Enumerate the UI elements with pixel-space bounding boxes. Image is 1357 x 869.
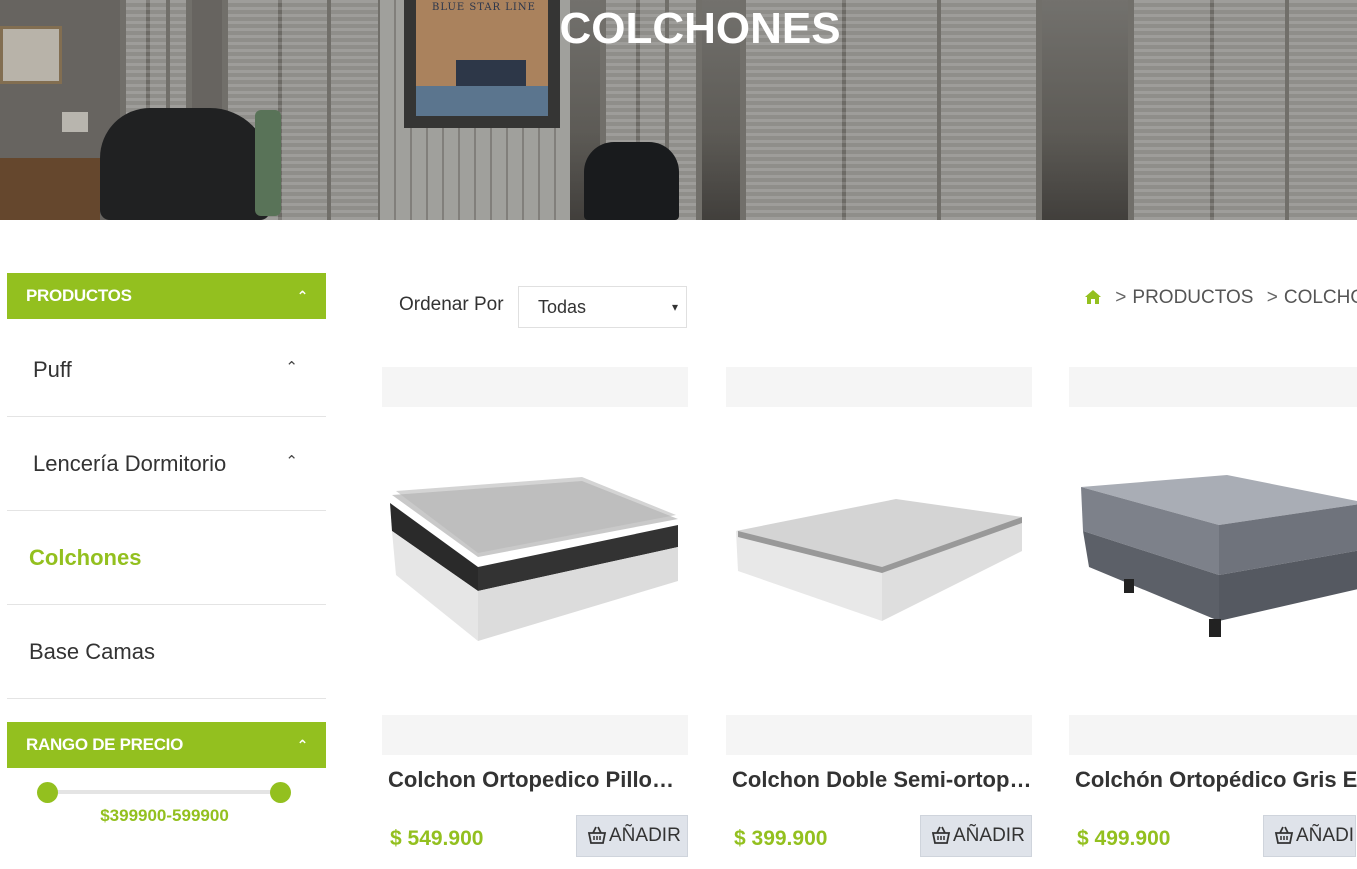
sidebar-item-label: Colchones <box>29 545 142 570</box>
chevron-up-icon[interactable]: ⌃ <box>297 273 309 319</box>
product-image-mattress-double[interactable] <box>726 407 1032 715</box>
sort-select[interactable]: Todas ▾ <box>518 286 687 328</box>
price-slider-min-handle[interactable] <box>37 782 58 803</box>
price-slider-max-handle[interactable] <box>270 782 291 803</box>
home-icon[interactable] <box>1084 289 1102 311</box>
product-image-mattress-grey[interactable] <box>1069 407 1357 715</box>
product-card[interactable]: Colchon Doble Semi-ortopedico $ 399.900 … <box>726 367 1032 857</box>
sidebar-item-colchones[interactable]: Colchones <box>7 511 326 605</box>
product-name[interactable]: Colchon Doble Semi-ortopedico <box>732 767 1032 793</box>
products-header[interactable]: PRODUCTOS ⌃ <box>7 273 326 319</box>
add-to-cart-label: AÑADIR <box>953 825 1025 846</box>
chevron-up-icon[interactable]: ⌃ <box>285 417 298 507</box>
sidebar-item-label: Lencería Dormitorio <box>33 451 227 476</box>
product-card[interactable]: Colchón Ortopédico Gris En $ 499.900 AÑA… <box>1069 367 1357 857</box>
add-to-cart-button[interactable]: AÑADIR <box>920 815 1032 857</box>
product-name[interactable]: Colchón Ortopédico Gris En <box>1075 767 1357 793</box>
sort-label: Ordenar Por <box>399 294 504 315</box>
add-to-cart-button[interactable]: AÑADIR <box>576 815 688 857</box>
sidebar-item-base-camas[interactable]: Base Camas <box>7 605 326 699</box>
caret-down-icon: ▾ <box>671 300 678 314</box>
products-header-label: PRODUCTOS <box>26 286 132 305</box>
price-range-header[interactable]: RANGO DE PRECIO ⌃ <box>7 722 326 768</box>
page-title: COLCHONES <box>559 4 841 53</box>
chevron-up-icon[interactable]: ⌃ <box>285 323 298 413</box>
product-price: $ 499.900 <box>1077 827 1171 850</box>
product-price: $ 399.900 <box>734 827 828 850</box>
product-name[interactable]: Colchon Ortopedico Pillow Top <box>388 767 688 793</box>
sidebar-item-label: Base Camas <box>29 639 155 664</box>
sort-select-value: Todas <box>538 297 587 317</box>
basket-icon <box>931 826 951 844</box>
basket-icon <box>1274 826 1294 844</box>
basket-icon <box>587 826 607 844</box>
chevron-up-icon[interactable]: ⌃ <box>297 722 309 768</box>
price-range-value: $399900-599900 <box>100 806 229 825</box>
price-range-header-label: RANGO DE PRECIO <box>26 735 184 754</box>
add-to-cart-label: AÑADIR <box>1296 825 1355 846</box>
product-price: $ 549.900 <box>390 827 484 850</box>
product-card[interactable]: Colchon Ortopedico Pillow Top $ 549.900 … <box>382 367 688 857</box>
sidebar-item-label: Puff <box>33 357 72 382</box>
price-slider-track[interactable] <box>47 790 280 794</box>
breadcrumb-item-colchones[interactable]: COLCHONES <box>1284 287 1357 308</box>
sidebar-item-lenceria[interactable]: Lencería Dormitorio ⌃ <box>7 417 326 511</box>
add-to-cart-button[interactable]: AÑADIR <box>1263 815 1356 857</box>
product-image-mattress-pillow-top[interactable] <box>382 407 688 715</box>
add-to-cart-label: AÑADIR <box>609 825 681 846</box>
sidebar-item-puff[interactable]: Puff ⌃ <box>7 323 326 417</box>
breadcrumb: >PRODUCTOS >COLCHONES <box>1084 287 1357 311</box>
breadcrumb-item-productos[interactable]: PRODUCTOS <box>1132 287 1253 308</box>
